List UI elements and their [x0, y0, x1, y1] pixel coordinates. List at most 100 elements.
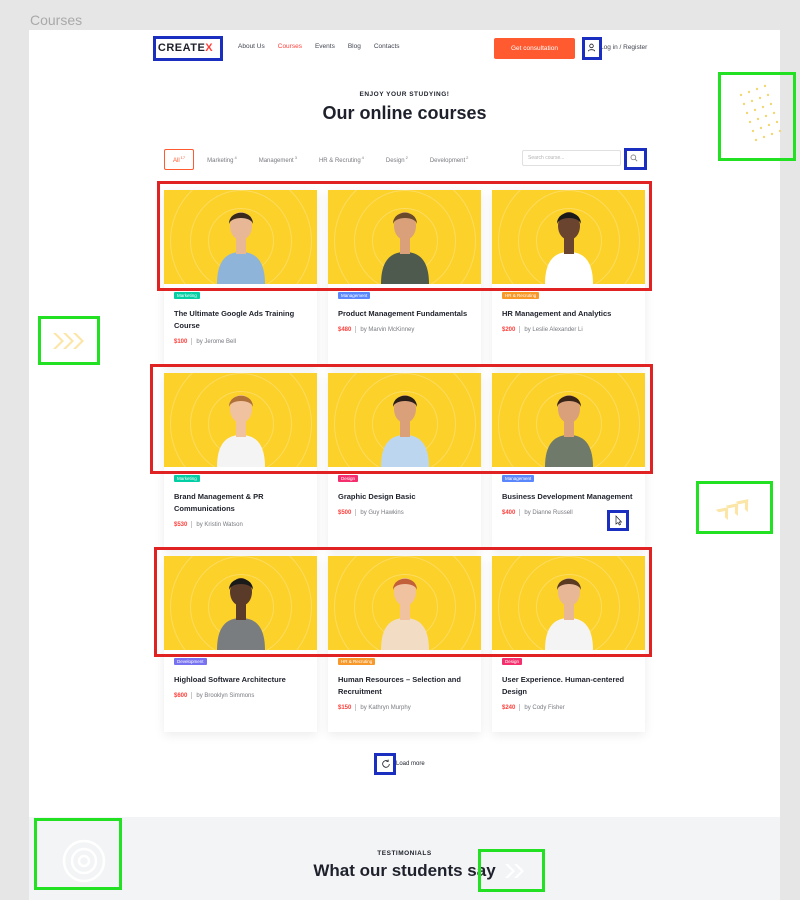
nav-events[interactable]: Events	[315, 43, 335, 50]
course-title[interactable]: User Experience. Human-centered Design	[502, 674, 635, 698]
filter-count: 2	[466, 155, 469, 160]
course-meta: $530 by Kristin Watson	[174, 521, 307, 528]
page-title: Our online courses	[322, 103, 487, 123]
divider	[191, 521, 193, 528]
course-title[interactable]: Business Development Management	[502, 491, 635, 503]
filter-design[interactable]: Design2	[377, 149, 417, 170]
course-price: $400	[502, 509, 516, 516]
dot-pattern-icon	[739, 84, 782, 142]
course-title[interactable]: Brand Management & PR Communications	[174, 491, 307, 515]
course-title[interactable]: Highload Software Architecture	[174, 674, 307, 686]
filter-count: 4	[361, 155, 364, 160]
load-more-label: Load more	[396, 761, 425, 767]
divider	[355, 509, 357, 516]
course-author: by Jerome Bell	[196, 338, 237, 345]
course-meta: $240 by Cody Fisher	[502, 704, 635, 711]
filter-count: 4	[234, 155, 237, 160]
course-meta: $150 by Kathryn Murphy	[338, 704, 471, 711]
annotation-box-chevrons-left	[38, 316, 100, 365]
hero-subtitle: ENJOY YOUR STUDYING!	[359, 91, 450, 98]
annotation-box-logo	[153, 36, 223, 61]
chevron-pattern-icon	[715, 499, 749, 520]
filter-label: All	[173, 158, 180, 164]
course-price: $530	[174, 521, 188, 528]
nav-contacts[interactable]: Contacts	[374, 43, 400, 50]
course-price: $500	[338, 509, 352, 516]
testimonials-subtitle: TESTIMONIALS	[377, 850, 432, 857]
filter-label: Development	[429, 158, 466, 164]
annotation-box-load	[374, 753, 396, 775]
annotation-box-row-1	[157, 181, 652, 291]
course-price: $240	[502, 704, 516, 711]
annotation-box-search	[624, 148, 647, 170]
divider	[191, 338, 193, 345]
course-title[interactable]: HR Management and Analytics	[502, 308, 635, 320]
course-meta: $100 by Jerome Bell	[174, 338, 307, 345]
course-title[interactable]: Product Management Fundamentals	[338, 308, 471, 320]
filter-label: Management	[258, 158, 294, 164]
category-tag: Design	[502, 658, 523, 665]
divider	[191, 692, 193, 699]
nav-blog[interactable]: Blog	[348, 43, 361, 50]
category-tag: HR & Recruting	[338, 658, 376, 665]
course-meta: $480 by Marvin McKinney	[338, 326, 471, 333]
course-price: $480	[338, 326, 352, 333]
get-consultation-button[interactable]: Get consultation	[494, 38, 575, 59]
annotation-box-cursor	[607, 510, 629, 531]
filter-label: Design	[385, 158, 405, 164]
course-author: by Kathryn Murphy	[360, 704, 411, 711]
course-title[interactable]: Graphic Design Basic	[338, 491, 471, 503]
course-meta: $500 by Guy Hawkins	[338, 509, 471, 516]
course-author: by Cody Fisher	[524, 704, 565, 711]
category-tag: Management	[338, 292, 371, 299]
course-title[interactable]: The Ultimate Google Ads Training Course	[174, 308, 307, 332]
filter-development[interactable]: Development2	[421, 149, 478, 170]
annotation-box-chevrons-bottom	[478, 849, 545, 892]
annotation-box-row-2	[150, 364, 653, 474]
course-author: by Leslie Alexander Li	[524, 326, 583, 333]
category-tag: Development	[174, 658, 207, 665]
filter-label: HR & Recruting	[318, 158, 361, 164]
course-author: by Marvin McKinney	[360, 326, 415, 333]
annotation-box-row-3	[154, 547, 652, 657]
nav-courses[interactable]: Courses	[278, 43, 302, 50]
testimonials-section: TESTIMONIALS What our students say	[29, 817, 780, 900]
category-tag: HR & Recruting	[502, 292, 540, 299]
filter-all[interactable]: All17	[164, 149, 195, 170]
course-author: by Guy Hawkins	[360, 509, 404, 516]
filter-count: 17	[180, 155, 186, 160]
course-price: $100	[174, 338, 188, 345]
course-meta: $600 by Brooklyn Simmons	[174, 692, 307, 699]
filter-label: Marketing	[207, 158, 234, 164]
course-title[interactable]: Human Resources – Selection and Recruitm…	[338, 674, 471, 698]
category-tag: Marketing	[174, 475, 200, 482]
course-price: $600	[174, 692, 188, 699]
login-label: Log in / Register	[600, 43, 648, 51]
filter-hr-recruting[interactable]: HR & Recruting4	[310, 149, 373, 170]
annotation-box-user	[582, 37, 602, 60]
course-price: $200	[502, 326, 516, 333]
annotation-box-chevrons-right	[696, 481, 773, 534]
testimonials-title: What our students say	[313, 861, 496, 880]
filter-count: 2	[405, 155, 408, 160]
filter-management[interactable]: Management3	[250, 149, 306, 170]
search-input[interactable]: Search course...	[522, 150, 621, 166]
chevron-pattern-icon	[505, 864, 524, 878]
category-filters: All17 Marketing4 Management3 HR & Recruting…	[164, 149, 481, 170]
chevron-pattern-icon	[53, 333, 84, 349]
course-author: by Brooklyn Simmons	[196, 692, 255, 699]
divider	[519, 509, 521, 516]
main-nav: About Us Courses Events Blog Contacts	[238, 43, 400, 50]
divider	[519, 326, 521, 333]
divider	[355, 704, 357, 711]
annotation-box-dots	[718, 72, 796, 161]
course-author: by Kristin Watson	[196, 521, 243, 528]
nav-about[interactable]: About Us	[238, 43, 265, 50]
course-price: $150	[338, 704, 352, 711]
divider	[355, 326, 357, 333]
category-tag: Marketing	[174, 292, 200, 299]
filter-marketing[interactable]: Marketing4	[198, 149, 246, 170]
annotation-box-circles	[34, 818, 122, 890]
frame-title: Courses	[30, 12, 83, 28]
category-tag: Management	[502, 475, 535, 482]
